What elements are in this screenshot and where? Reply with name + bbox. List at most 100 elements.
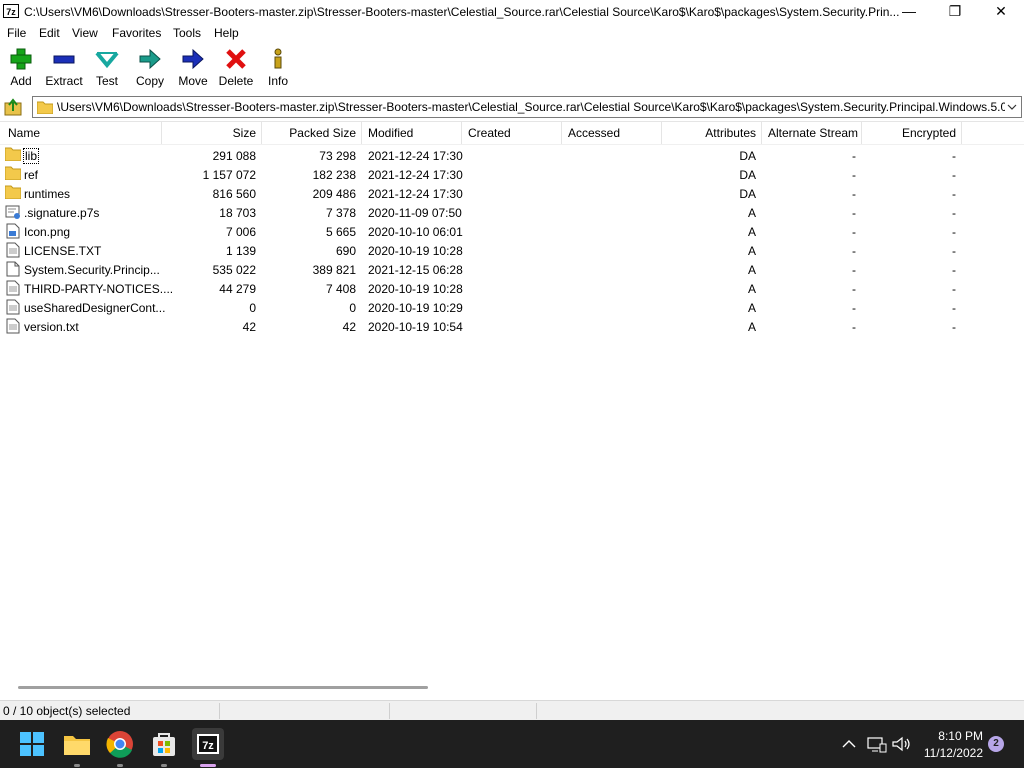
folder-icon (4, 185, 22, 202)
chrome-button[interactable] (104, 728, 136, 760)
file-modified: 2020-10-19 10:29 (368, 301, 463, 315)
network-button[interactable] (864, 732, 888, 756)
column-header-size[interactable]: Size (162, 126, 256, 140)
file-row[interactable]: .signature.p7s 18 703 7 378 2020-11-09 07:5… (0, 203, 1024, 222)
store-button[interactable] (148, 728, 180, 760)
address-bar[interactable]: \Users\VM6\Downloads\Stresser-Booters-ma… (32, 96, 1022, 118)
menu-file[interactable]: File (7, 26, 26, 40)
file-packed-size: 690 (335, 244, 356, 258)
column-header-attributes[interactable]: Attributes (662, 126, 756, 140)
file-name: .signature.p7s (24, 206, 100, 220)
file-modified: 2020-10-19 10:28 (368, 244, 463, 258)
file-alternate-stream: - (852, 149, 856, 163)
address-dropdown-button[interactable] (1005, 99, 1019, 115)
chevron-up-icon (842, 740, 856, 748)
start-button[interactable] (16, 728, 48, 760)
window-title: C:\Users\VM6\Downloads\Stresser-Booters-… (24, 5, 900, 19)
file-explorer-button[interactable] (61, 728, 93, 760)
menu-view[interactable]: View (72, 26, 98, 40)
delete-button[interactable]: Delete (214, 45, 258, 93)
test-icon (95, 51, 119, 69)
menu-help[interactable]: Help (214, 26, 239, 40)
extract-button[interactable]: Extract (42, 45, 86, 93)
column-header-modified[interactable]: Modified (368, 126, 413, 140)
show-hidden-icons-button[interactable] (838, 732, 860, 756)
delete-label: Delete (218, 74, 254, 88)
file-name: runtimes (24, 187, 71, 201)
toolbar: Add Extract Test Copy Move Delete Info (0, 45, 1024, 95)
clock-date[interactable]: 11/12/2022 (915, 746, 983, 760)
test-button[interactable]: Test (85, 45, 129, 93)
column-header-name[interactable]: Name (8, 126, 40, 140)
file-encrypted: - (952, 187, 956, 201)
taskbar: 7z 8:10 PM 11/12/2022 2 (0, 720, 1024, 768)
scrollbar-thumb[interactable] (18, 686, 428, 689)
add-label: Add (10, 74, 32, 88)
file-attributes: DA (739, 187, 756, 201)
horizontal-scrollbar[interactable] (0, 681, 1024, 698)
file-row[interactable]: ref 1 157 072 182 238 2021-12-24 17:30 DA - - (0, 165, 1024, 184)
file-modified: 2021-12-24 17:30 (368, 149, 463, 163)
file-modified: 2020-10-10 06:01 (368, 225, 463, 239)
file-row[interactable]: runtimes 816 560 209 486 2021-12-24 17:30 DA… (0, 184, 1024, 203)
column-header-packed-size[interactable]: Packed Size (262, 126, 356, 140)
file-size: 18 703 (219, 206, 256, 220)
minimize-button[interactable]: — (886, 0, 932, 23)
volume-button[interactable] (889, 732, 913, 756)
file-encrypted: - (952, 282, 956, 296)
close-button[interactable]: ✕ (978, 0, 1024, 23)
file-size: 1 157 072 (202, 168, 256, 182)
running-indicator (74, 764, 80, 767)
selection-status: 0 / 10 object(s) selected (3, 704, 131, 718)
file-name: System.Security.Princip... (24, 263, 160, 277)
up-folder-button[interactable] (3, 97, 25, 117)
maximize-button[interactable]: ❐ (932, 0, 978, 23)
file-row[interactable]: useSharedDesignerCont... 0 0 2020-10-19 10:… (0, 298, 1024, 317)
file-modified: 2021-12-24 17:30 (368, 168, 463, 182)
column-header-alternate-stream[interactable]: Alternate Stream (768, 126, 858, 140)
menu-tools[interactable]: Tools (173, 26, 201, 40)
file-attributes: DA (739, 149, 756, 163)
7zip-button[interactable]: 7z (192, 728, 224, 760)
file-encrypted: - (952, 320, 956, 334)
file-attributes: A (747, 320, 756, 334)
extract-label: Extract (45, 74, 83, 88)
file-name: THIRD-PARTY-NOTICES.... (24, 282, 174, 296)
file-row[interactable]: Icon.png 7 006 5 665 2020-10-10 06:01 A - - (0, 222, 1024, 241)
file-explorer-icon (64, 736, 90, 755)
column-header-row: Name Size Packed Size Modified Created A… (0, 122, 1024, 145)
file-attributes: A (747, 301, 756, 315)
column-header-accessed[interactable]: Accessed (568, 126, 620, 140)
file-row[interactable]: version.txt 42 42 2020-10-19 10:54 A - - (0, 317, 1024, 336)
file-row[interactable]: THIRD-PARTY-NOTICES.... 44 279 7 408 2020-1… (0, 279, 1024, 298)
file-packed-size: 182 238 (312, 168, 356, 182)
file-row[interactable]: System.Security.Princip... 535 022 389 821… (0, 260, 1024, 279)
copy-label: Copy (135, 74, 164, 88)
file-alternate-stream: - (852, 244, 856, 258)
column-header-encrypted[interactable]: Encrypted (862, 126, 956, 140)
add-button[interactable]: Add (0, 45, 43, 93)
up-folder-icon (4, 98, 22, 116)
file-row[interactable]: lib 291 088 73 298 2021-12-24 17:30 DA - - (0, 146, 1024, 165)
folder-icon (4, 166, 22, 183)
file-row[interactable]: LICENSE.TXT 1 139 690 2020-10-19 10:28 A - - (0, 241, 1024, 260)
speaker-icon (892, 736, 910, 752)
move-button[interactable]: Move (171, 45, 215, 93)
move-icon (182, 48, 204, 70)
active-indicator (200, 764, 216, 767)
certificate-icon (5, 204, 21, 223)
file-name: useSharedDesignerCont... (24, 301, 166, 315)
info-button[interactable]: Info (256, 45, 300, 93)
add-icon (10, 48, 32, 70)
file-packed-size: 0 (349, 301, 356, 315)
file-packed-size: 5 665 (325, 225, 356, 239)
menu-favorites[interactable]: Favorites (112, 26, 161, 40)
file-size: 7 006 (225, 225, 256, 239)
file-attributes: A (747, 263, 756, 277)
menu-edit[interactable]: Edit (39, 26, 60, 40)
notification-badge[interactable]: 2 (988, 736, 1004, 752)
copy-button[interactable]: Copy (128, 45, 172, 93)
file-encrypted: - (952, 244, 956, 258)
column-header-created[interactable]: Created (468, 126, 511, 140)
clock-time[interactable]: 8:10 PM (925, 729, 983, 743)
